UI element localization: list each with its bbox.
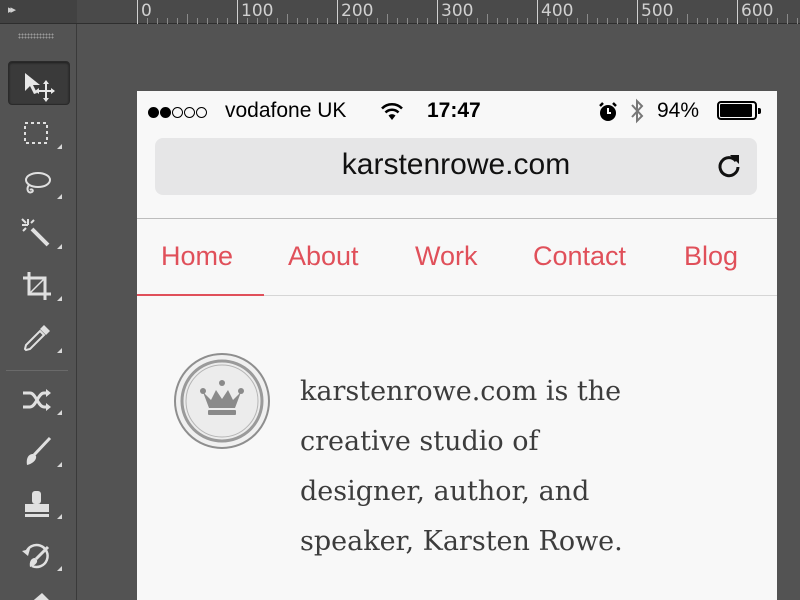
bluetooth-icon: [631, 98, 644, 124]
panel-grip[interactable]: [18, 33, 54, 39]
lasso-icon: [25, 172, 51, 194]
horizontal-ruler[interactable]: 0 100 200 300 400 500 600: [77, 0, 800, 24]
healing-icon: [23, 389, 51, 411]
nav-item-contact[interactable]: Contact: [533, 241, 626, 272]
tools-panel: ▸▸: [0, 0, 77, 600]
nav-item-about[interactable]: About: [288, 241, 359, 272]
ruler-label: 0: [141, 1, 152, 21]
ruler-label: 100: [241, 1, 274, 21]
ios-status-bar: vodafone UK 17:47 94%: [137, 91, 777, 131]
healing-tool[interactable]: [8, 376, 70, 420]
site-navigation: Home About Work Contact Blog: [137, 218, 777, 296]
eyedropper-tool[interactable]: [8, 314, 70, 358]
magic-wand-tool[interactable]: [8, 210, 70, 254]
marquee-icon: [24, 122, 48, 144]
battery-percent: 94%: [657, 99, 700, 122]
crown-icon: [174, 353, 270, 449]
brush-icon: [26, 436, 52, 465]
status-time: 17:47: [427, 99, 481, 122]
history-brush-icon: [22, 543, 50, 569]
intro-text: karstenrowe.com is the creative studio o…: [300, 367, 700, 567]
stamp-icon: [25, 491, 49, 517]
brush-tool[interactable]: [8, 428, 70, 472]
signal-strength-icon: [148, 105, 208, 123]
stamp-tool[interactable]: [8, 480, 70, 524]
eraser-icon: [33, 593, 49, 600]
nav-item-blog[interactable]: Blog: [684, 241, 738, 272]
ruler-label: 400: [541, 1, 574, 21]
intro-line: karstenrowe.com is the: [300, 376, 622, 407]
ruler-label: 500: [641, 1, 674, 21]
lasso-tool[interactable]: [8, 160, 70, 204]
tools-panel-header: ▸▸: [0, 0, 77, 24]
magic-wand-icon: [21, 218, 50, 247]
ruler-label: 200: [341, 1, 374, 21]
tools-separator: [6, 370, 68, 371]
phone-artboard: vodafone UK 17:47 94% karstenrowe.com Ho…: [137, 91, 777, 600]
intro-line: speaker, Karsten Rowe.: [300, 526, 623, 557]
active-nav-indicator: [137, 294, 264, 296]
reload-icon[interactable]: [715, 152, 743, 180]
move-tool[interactable]: [8, 61, 70, 105]
eraser-tool[interactable]: [8, 584, 70, 600]
nav-item-work[interactable]: Work: [415, 241, 478, 272]
intro-line: creative studio of: [300, 426, 539, 457]
alarm-icon: [599, 102, 617, 121]
nav-item-home[interactable]: Home: [161, 241, 233, 272]
wifi-icon: [381, 103, 403, 120]
crop-tool[interactable]: [8, 262, 70, 306]
collapse-panel-icon[interactable]: ▸▸: [8, 3, 16, 16]
intro-line: designer, author, and: [300, 476, 590, 507]
ruler-label: 600: [741, 1, 774, 21]
crop-icon: [23, 272, 51, 300]
marquee-tool[interactable]: [8, 110, 70, 154]
move-icon: [25, 73, 55, 102]
carrier-name: vodafone UK: [225, 99, 347, 122]
ruler-ticks: [137, 0, 798, 24]
url-text[interactable]: karstenrowe.com: [155, 148, 757, 182]
address-bar[interactable]: karstenrowe.com: [155, 138, 757, 195]
eyedropper-icon: [23, 325, 50, 352]
ruler-label: 300: [441, 1, 474, 21]
battery-icon: [717, 101, 761, 120]
history-brush-tool[interactable]: [8, 532, 70, 576]
